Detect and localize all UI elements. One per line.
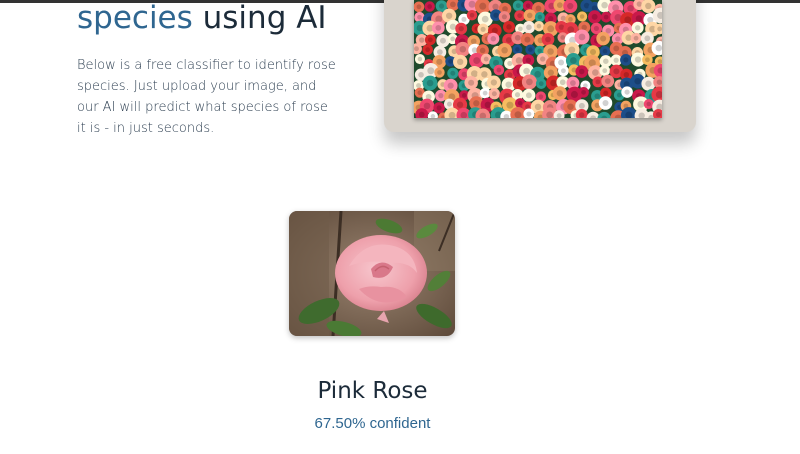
hero-title: species using AI [77, 0, 327, 42]
hero-title-accent: species [77, 0, 193, 36]
rose-collage-image [414, 0, 662, 118]
hero-title-rest: using AI [192, 0, 327, 36]
hero-image-frame [384, 0, 696, 132]
uploaded-rose-image [289, 211, 455, 336]
prediction-confidence: 67.50% confident [314, 415, 431, 432]
prediction-label: Pink Rose [317, 378, 428, 404]
hero-description: Below is a free classifier to identify r… [77, 58, 336, 136]
